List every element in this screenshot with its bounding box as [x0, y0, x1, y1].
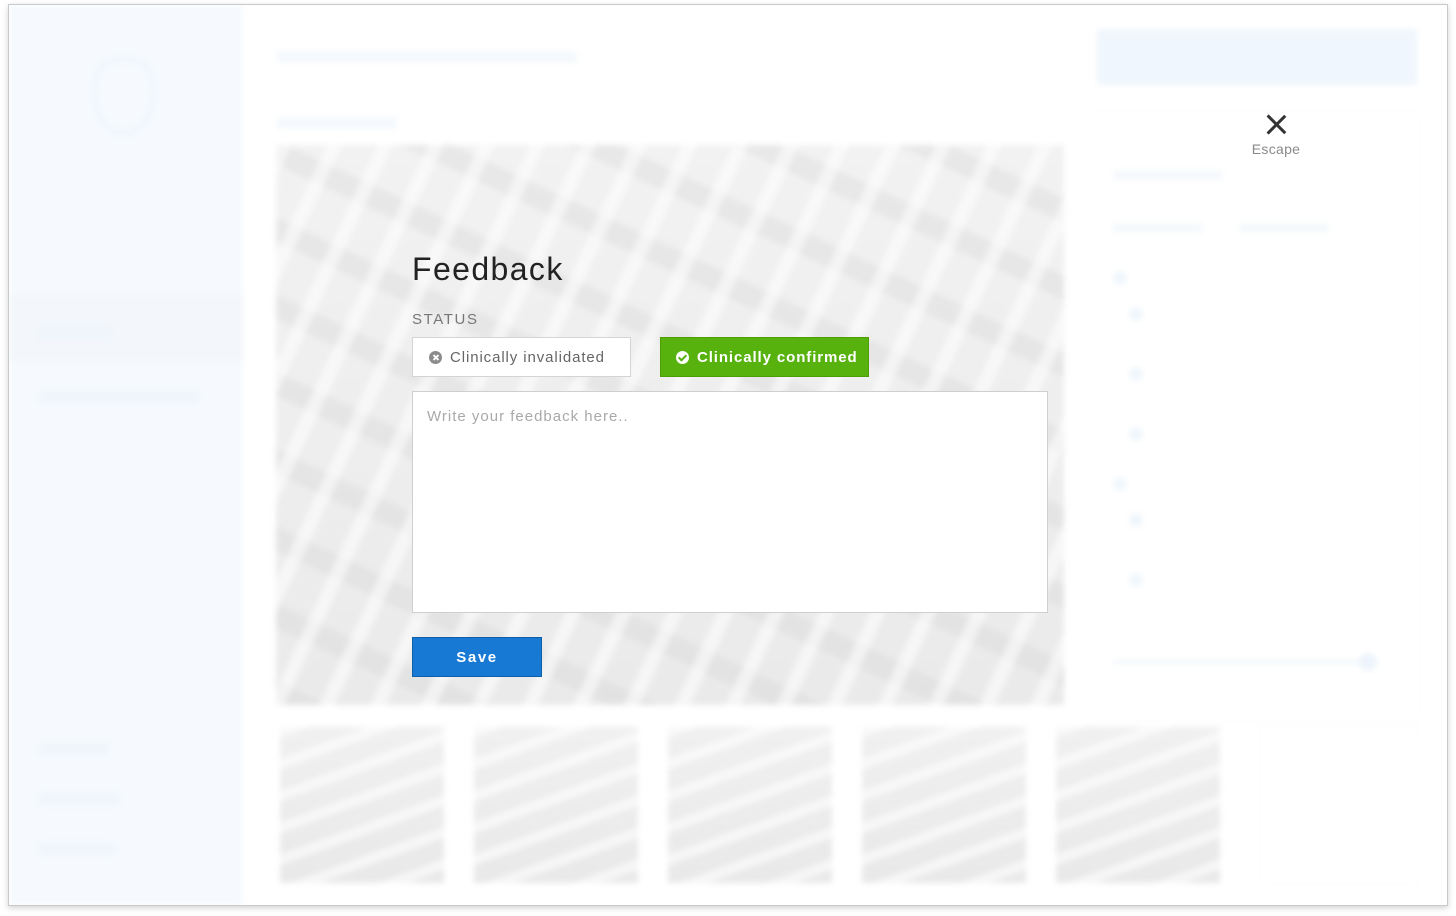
status-option-label: Clinically confirmed — [697, 348, 858, 366]
close-button[interactable]: Escape — [1241, 109, 1311, 165]
save-button[interactable]: Save — [412, 637, 542, 677]
clinically-confirmed-button[interactable]: Clinically confirmed — [660, 337, 869, 377]
x-circle-icon — [429, 350, 442, 364]
status-label: STATUS — [412, 311, 479, 328]
status-option-label: Clinically invalidated — [450, 348, 605, 366]
close-icon — [1265, 113, 1287, 135]
check-circle-icon — [676, 350, 689, 364]
modal-title: Feedback — [412, 251, 564, 287]
clinically-invalidated-button[interactable]: Clinically invalidated — [412, 337, 631, 377]
close-label: Escape — [1251, 141, 1301, 157]
app-window: Escape Feedback STATUS Clinically invali… — [8, 4, 1448, 906]
feedback-textarea[interactable] — [412, 391, 1048, 613]
